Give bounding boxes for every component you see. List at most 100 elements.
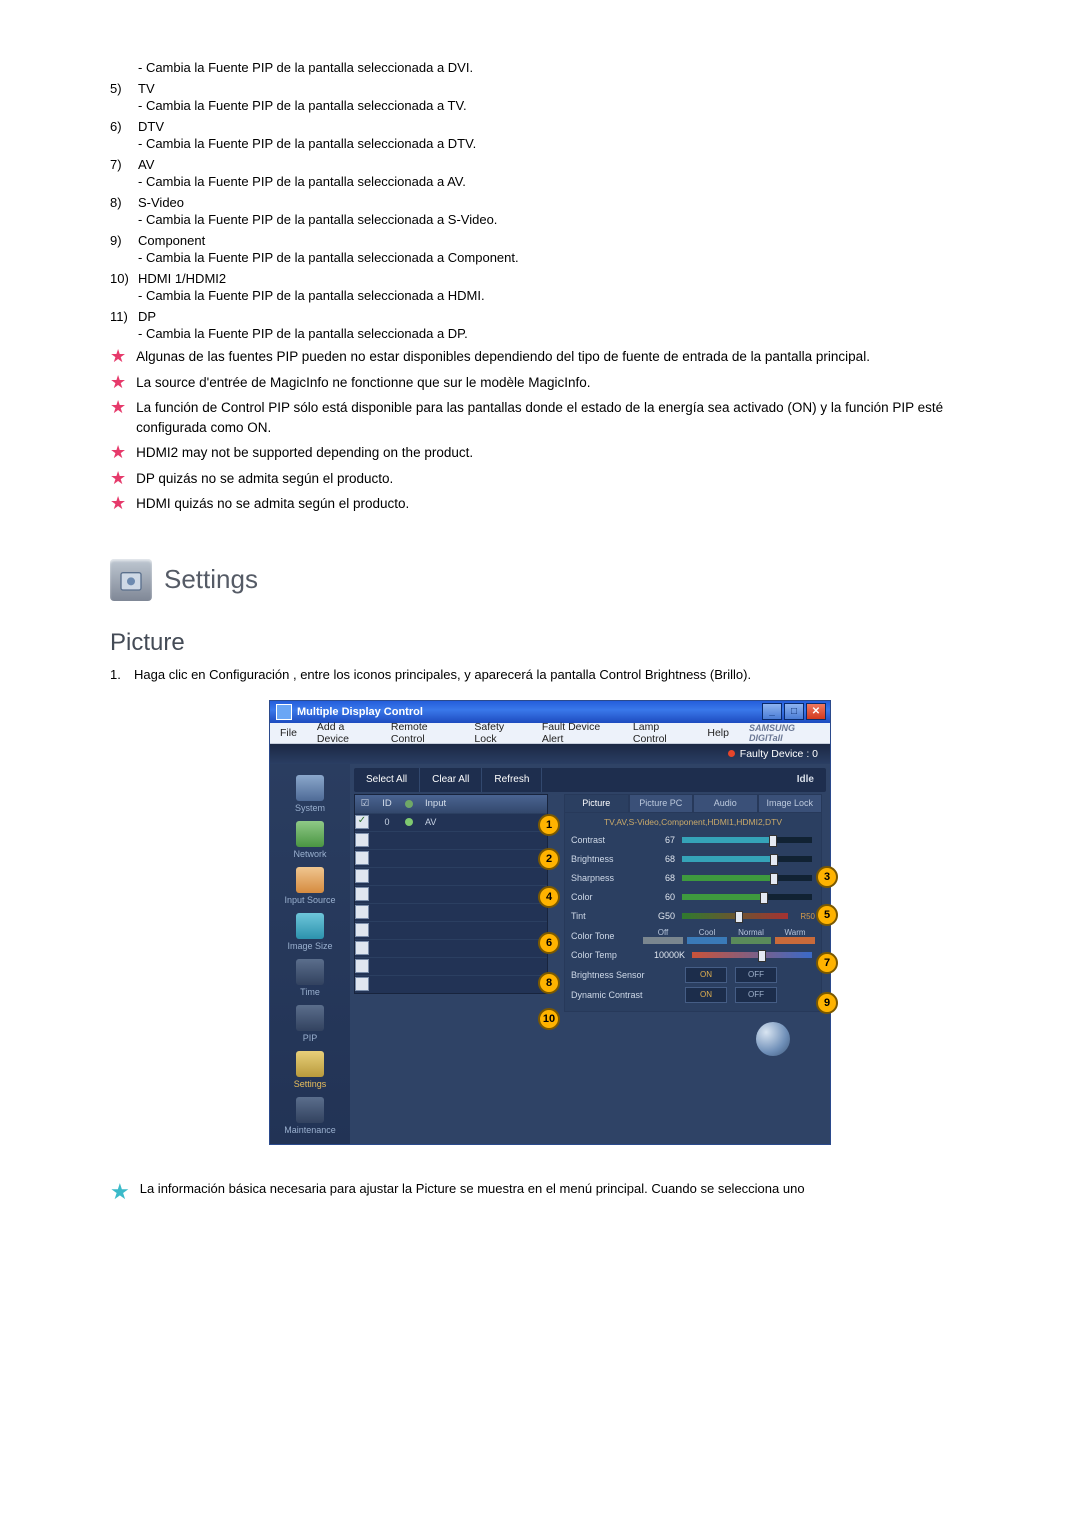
sidebar-item-label: Time	[300, 987, 320, 997]
contrast-label: Contrast	[571, 835, 643, 845]
color-label: Color	[571, 892, 643, 902]
tab-image-lock[interactable]: Image Lock	[758, 794, 823, 812]
list-number: 10)	[110, 271, 138, 303]
device-row[interactable]	[355, 867, 547, 885]
faulty-device-strip: Faulty Device : 0	[270, 744, 830, 764]
device-row[interactable]	[355, 957, 547, 975]
sharpness-slider[interactable]	[682, 875, 812, 881]
tint-label: Tint	[571, 911, 643, 921]
menu-lamp-control[interactable]: Lamp Control	[627, 719, 693, 747]
tab-picture[interactable]: Picture	[564, 794, 629, 812]
note-text: DP quizás no se admita según el producto…	[136, 469, 393, 489]
maximize-button[interactable]: □	[784, 703, 804, 720]
note-text: La source d'entrée de MagicInfo ne fonct…	[136, 373, 590, 393]
tone-normal[interactable]: Normal	[731, 928, 771, 937]
color-tone-row[interactable]: Color Tone Off Cool Normal Warm	[571, 926, 815, 946]
brightness-slider[interactable]	[682, 856, 812, 862]
brightness-row[interactable]: Brightness 68	[571, 850, 815, 869]
device-row[interactable]	[355, 903, 547, 921]
list-item: 9) Component - Cambia la Fuente PIP de l…	[110, 233, 990, 265]
tone-warm[interactable]: Warm	[775, 928, 815, 937]
col-status	[399, 800, 419, 808]
tone-off[interactable]: Off	[643, 928, 683, 937]
color-slider[interactable]	[682, 894, 812, 900]
callout-1: 1	[538, 814, 560, 836]
row-checkbox[interactable]	[355, 887, 369, 901]
color-temp-label: Color Temp	[571, 950, 643, 960]
device-row[interactable]	[355, 831, 547, 849]
brightness-sensor-on[interactable]: ON	[685, 967, 727, 983]
settings-icon	[296, 1051, 324, 1077]
sharpness-row[interactable]: Sharpness 68	[571, 869, 815, 888]
list-item: - Cambia la Fuente PIP de la pantalla se…	[110, 60, 990, 75]
contrast-slider[interactable]	[682, 837, 812, 843]
row-checkbox[interactable]	[355, 869, 369, 883]
minimize-button[interactable]: _	[762, 703, 782, 720]
section-title: Settings	[164, 564, 258, 595]
menu-safety-lock[interactable]: Safety Lock	[468, 719, 527, 747]
color-temp-row[interactable]: Color Temp 10000K	[571, 946, 815, 965]
row-checkbox[interactable]	[355, 851, 369, 865]
device-row[interactable]	[355, 939, 547, 957]
sidebar-item-network[interactable]: Network	[270, 816, 350, 862]
device-row[interactable]	[355, 975, 547, 993]
row-checkbox[interactable]	[355, 833, 369, 847]
dynamic-contrast-off[interactable]: OFF	[735, 987, 777, 1003]
device-row[interactable]	[355, 849, 547, 867]
menu-fault-device-alert[interactable]: Fault Device Alert	[536, 719, 619, 747]
list-item: 7) AV - Cambia la Fuente PIP de la panta…	[110, 157, 990, 189]
col-checkbox[interactable]: ☑	[355, 798, 375, 809]
sidebar-item-label: Image Size	[287, 941, 332, 951]
tone-cool[interactable]: Cool	[687, 928, 727, 937]
close-button[interactable]: ✕	[806, 703, 826, 720]
sidebar-item-system[interactable]: System	[270, 770, 350, 816]
note-row: ★HDMI2 may not be supported depending on…	[110, 443, 990, 463]
device-row[interactable]	[355, 885, 547, 903]
color-row[interactable]: Color 60	[571, 888, 815, 907]
sidebar-item-pip[interactable]: PIP	[270, 1000, 350, 1046]
device-row[interactable]	[355, 921, 547, 939]
sidebar-item-settings[interactable]: Settings	[270, 1046, 350, 1092]
row-checkbox[interactable]	[355, 905, 369, 919]
brightness-sensor-row: Brightness Sensor ON OFF	[571, 965, 815, 985]
sidebar-item-maintenance[interactable]: Maintenance	[270, 1092, 350, 1138]
list-item: 8) S-Video - Cambia la Fuente PIP de la …	[110, 195, 990, 227]
list-title: HDMI 1/HDMI2	[138, 271, 990, 286]
color-temp-slider[interactable]	[692, 952, 812, 958]
step-text: Haga clic en Configuración , entre los i…	[134, 667, 751, 682]
contrast-row[interactable]: Contrast 67	[571, 831, 815, 850]
menu-help[interactable]: Help	[701, 725, 735, 741]
menu-remote-control[interactable]: Remote Control	[385, 719, 461, 747]
sharpness-value: 68	[643, 873, 679, 883]
callout-8: 8	[538, 972, 560, 994]
sidebar-item-input-source[interactable]: Input Source	[270, 862, 350, 908]
brand-label: SAMSUNG DIGITall	[743, 721, 826, 745]
pip-icon	[296, 1005, 324, 1031]
dynamic-contrast-on[interactable]: ON	[685, 987, 727, 1003]
row-checkbox[interactable]	[355, 923, 369, 937]
tint-slider[interactable]	[682, 913, 788, 919]
tab-picture-pc[interactable]: Picture PC	[629, 794, 694, 812]
toolbar: Select All Clear All Refresh Idle	[354, 768, 826, 792]
menu-add-device[interactable]: Add a Device	[311, 719, 377, 747]
row-checkbox[interactable]	[355, 941, 369, 955]
list-item: 11) DP - Cambia la Fuente PIP de la pant…	[110, 309, 990, 341]
tab-audio[interactable]: Audio	[693, 794, 758, 812]
menu-file[interactable]: File	[274, 725, 303, 741]
sidebar-item-image-size[interactable]: Image Size	[270, 908, 350, 954]
device-list-header: ☑ ID Input	[355, 795, 547, 813]
select-all-button[interactable]: Select All	[354, 768, 420, 792]
row-checkbox[interactable]	[355, 815, 369, 829]
tint-row[interactable]: Tint G50 R50	[571, 907, 815, 926]
main-area: Select All Clear All Refresh Idle ☑ ID I…	[350, 764, 830, 1144]
device-row[interactable]: 0 AV	[355, 813, 547, 831]
sidebar-item-time[interactable]: Time	[270, 954, 350, 1000]
refresh-button[interactable]: Refresh	[482, 768, 542, 792]
clear-all-button[interactable]: Clear All	[420, 768, 482, 792]
row-checkbox[interactable]	[355, 959, 369, 973]
note-text: La función de Control PIP sólo está disp…	[136, 398, 990, 437]
menubar: File Add a Device Remote Control Safety …	[270, 723, 830, 744]
row-checkbox[interactable]	[355, 977, 369, 991]
list-number: 11)	[110, 309, 138, 341]
brightness-sensor-off[interactable]: OFF	[735, 967, 777, 983]
